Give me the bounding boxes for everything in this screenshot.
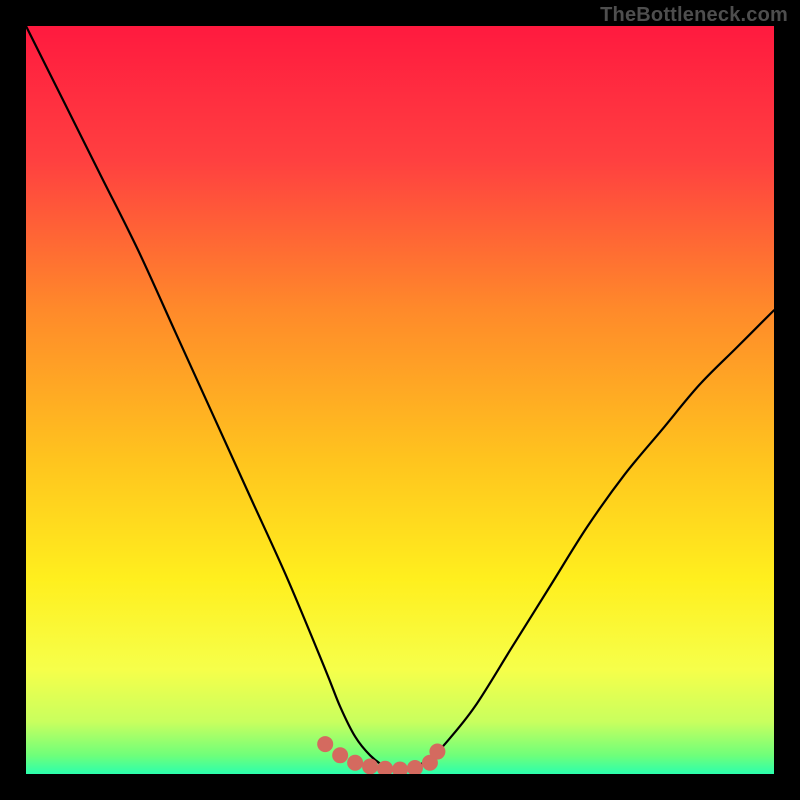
valley-dot <box>407 760 423 774</box>
valley-dot <box>317 736 333 752</box>
valley-dot <box>347 755 363 771</box>
chart-stage: TheBottleneck.com <box>0 0 800 800</box>
valley-dot <box>392 762 408 774</box>
bottleneck-curve <box>26 26 774 770</box>
curve-layer <box>26 26 774 774</box>
plot-area <box>26 26 774 774</box>
valley-dot <box>332 747 348 763</box>
valley-marker <box>317 736 445 774</box>
valley-dot <box>362 759 378 774</box>
valley-dot <box>429 744 445 760</box>
watermark-text: TheBottleneck.com <box>600 4 788 27</box>
